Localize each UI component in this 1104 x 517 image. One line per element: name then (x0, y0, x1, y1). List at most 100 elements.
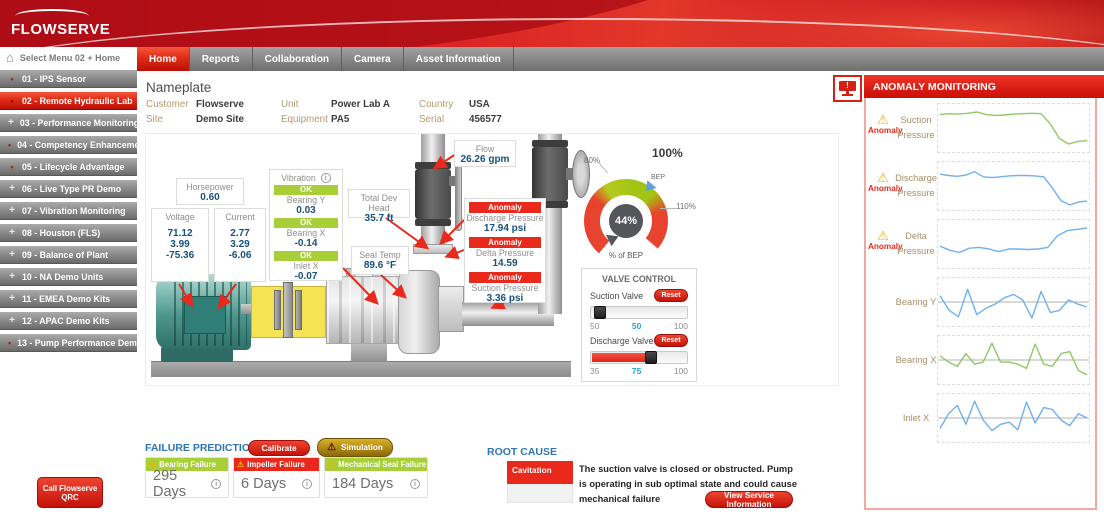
valve-scale-current: 75 (632, 366, 641, 376)
total-dev-head-box: Total Dev Head 35.7 ft (348, 189, 410, 218)
sidebar-item-12-apac-demo-kits[interactable]: +12 - APAC Demo Kits (0, 312, 137, 330)
anomaly-row-label: Suction Pressure (465, 283, 545, 293)
info-icon[interactable]: i (321, 173, 331, 183)
failure-card-mechanical-seal-failure: ⚠Mechanical Seal Failure184 Daysi (324, 457, 428, 498)
current-value: 3.29 (215, 239, 265, 250)
tab-reports[interactable]: Reports (190, 47, 253, 71)
sidebar-menu: •01 - IPS Sensor •02 - Remote Hydraulic L… (0, 70, 137, 356)
gauge-bep-label: BEP (651, 174, 665, 181)
sidebar-item-09-balance-of-plant[interactable]: +09 - Balance of Plant (0, 246, 137, 264)
nameplate-field-value: Power Lab A (331, 99, 390, 110)
pump-volute (398, 270, 440, 354)
sidebar-item-02-remote-hydraulic-lab[interactable]: •02 - Remote Hydraulic Lab (0, 92, 137, 110)
failure-card-days: 6 Days (241, 476, 286, 492)
reset-button[interactable]: Reset (654, 334, 688, 347)
sidebar-item-04-competency-enhancement[interactable]: •04 - Competency Enhancement (0, 136, 137, 154)
gauge-caption: % of BEP (594, 251, 658, 260)
discharge-flange (413, 244, 453, 254)
sidebar-item-01-ips-sensor[interactable]: •01 - IPS Sensor (0, 70, 137, 88)
nameplate-field-label: Site (146, 114, 196, 125)
failure-card-body: 295 Daysi (146, 471, 228, 497)
current-value: 2.77 (215, 228, 265, 239)
base-platform (151, 361, 571, 377)
anomaly-monitoring-header: ANOMALY MONITORING (864, 75, 1104, 98)
horsepower-label: Horsepower (177, 182, 243, 192)
reset-button[interactable]: Reset (654, 289, 688, 302)
sidebar-item-11-emea-demo-kits[interactable]: +11 - EMEA Demo Kits (0, 290, 137, 308)
anomaly-monitor-row-delta-pressure: ⚠AnomalyDelta Pressure (866, 219, 1095, 269)
seal-temp-label: Seal Temp (352, 250, 408, 260)
bullet-icon: • (8, 74, 16, 84)
sidebar-item-07-vibration-monitoring[interactable]: +07 - Vibration Monitoring (0, 202, 137, 220)
motor (156, 274, 251, 350)
nameplate-field: Serial456577 (419, 114, 576, 125)
sidebar-item-10-na-demo-units[interactable]: +10 - NA Demo Units (0, 268, 137, 286)
tab-camera[interactable]: Camera (342, 47, 404, 71)
nameplate-field-value: USA (469, 99, 490, 110)
home-icon: ⌂ (6, 51, 14, 64)
simulation-button[interactable]: ⚠ Simulation (317, 438, 393, 457)
valve-slider-handle[interactable] (645, 351, 657, 364)
anomaly-monitor-row-inlet-x: Inlet X (866, 393, 1095, 443)
call-flowserve-qrc-button[interactable]: Call Flowserve QRC (37, 477, 103, 508)
pump-foot (351, 344, 387, 362)
failure-card-days: 295 Days (153, 468, 211, 500)
bullet-icon: • (8, 140, 11, 150)
sidebar-item-label: 09 - Balance of Plant (22, 250, 108, 260)
valve-slider[interactable] (590, 351, 688, 364)
vibration-title: Vibration (281, 173, 316, 183)
anomaly-monitoring-panel: ⚠AnomalySuction Pressure⚠AnomalyDischarg… (864, 98, 1097, 510)
vibration-row-value: 0.03 (270, 205, 342, 216)
suction-pipe-valve[interactable] (532, 147, 568, 201)
nameplate-field-value: PA5 (331, 114, 349, 125)
anomaly-monitor-row-bearing-x: Bearing X (866, 335, 1095, 385)
valve-slider-handle[interactable] (594, 306, 606, 319)
sidebar-item-label: 11 - EMEA Demo Kits (22, 294, 110, 304)
valve-slider[interactable] (590, 306, 688, 319)
horsepower-box: Horsepower 0.60 (176, 178, 244, 205)
anomaly-status-bar: Anomaly (469, 202, 541, 213)
vibration-status-bar: OK (274, 218, 338, 228)
valve-slider-fill (592, 353, 648, 362)
nameplate-title: Nameplate (146, 80, 211, 95)
top-banner: FLOWSERVE (0, 0, 1104, 47)
sidebar-item-13-pump-performance-demo[interactable]: •13 - Pump Performance Demo (0, 334, 137, 352)
valve-label: Suction Valve (590, 291, 643, 301)
anomaly-monitor-row-label: Inlet X (894, 393, 938, 443)
warning-icon: ⚠ (237, 460, 244, 469)
sidebar-item-06-live-type-pr-demo[interactable]: +06 - Live Type PR Demo (0, 180, 137, 198)
sidebar-menu-header[interactable]: ⌂ Select Menu 02 + Home (0, 47, 137, 68)
tab-home[interactable]: Home (137, 47, 190, 71)
tab-asset-information[interactable]: Asset Information (404, 47, 514, 71)
sidebar-item-08-houston-fls-[interactable]: +08 - Houston (FLS) (0, 224, 137, 242)
vibration-status-bar: OK (274, 185, 338, 195)
root-cause-item[interactable]: Cavitation (507, 461, 573, 484)
simulation-label: Simulation (341, 443, 383, 452)
valve-control-panel: VALVE CONTROL Suction ValveReset5050100D… (581, 268, 697, 382)
sparkline-chart (937, 161, 1090, 211)
valve-scale-current: 50 (632, 321, 641, 331)
valve-label: Discharge Valve (590, 336, 653, 346)
info-icon[interactable]: i (302, 479, 312, 489)
info-icon[interactable]: i (211, 479, 221, 489)
anomaly-monitor-row-label: Bearing X (894, 335, 938, 385)
sidebar-item-03-performance-monitoring[interactable]: +03 - Performance Monitoring (0, 114, 137, 132)
current-box: Current 2.77 3.29 -6.06 (214, 208, 266, 282)
voltage-box: Voltage 71.12 3.99 -75.36 (151, 208, 209, 282)
vibration-row-label: Bearing X (270, 228, 342, 238)
gauge-tick-line (660, 208, 676, 209)
sidebar-item-05-lifecycle-advantage[interactable]: •05 - Lifecycle Advantage (0, 158, 137, 176)
info-icon[interactable]: i (410, 479, 420, 489)
calibrate-button[interactable]: Calibrate (248, 440, 310, 456)
failure-card-label: Impeller Failure (247, 460, 305, 469)
anomaly-monitor-row-label: Delta Pressure (894, 219, 938, 269)
coupling-disc (274, 290, 281, 330)
anomaly-monitor-row-suction-pressure: ⚠AnomalySuction Pressure (866, 103, 1095, 153)
sidebar-item-label: 05 - Lifecycle Advantage (22, 162, 124, 172)
tab-collaboration[interactable]: Collaboration (253, 47, 342, 71)
seal-temp-box: Seal Temp 89.6 °F (351, 246, 409, 275)
view-service-information-button[interactable]: View Service Information (705, 491, 793, 508)
discharge-pipe-valve[interactable] (415, 169, 451, 219)
anomaly-row-label: Delta Pressure (465, 248, 545, 258)
discharge-valve-flange (415, 162, 451, 169)
